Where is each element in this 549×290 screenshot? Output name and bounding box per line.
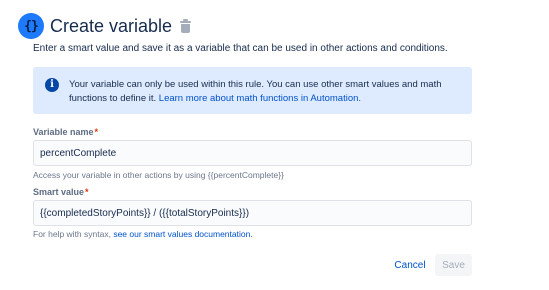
required-marker: *	[85, 187, 89, 197]
info-banner-text: Your variable can only be used within th…	[69, 79, 442, 104]
smart-values-docs-link[interactable]: see our smart values documentation.	[113, 229, 252, 239]
dialog-title: Create variable	[50, 16, 173, 36]
smart-value-input[interactable]	[33, 200, 472, 226]
math-functions-link[interactable]: Learn more about math functions in Autom…	[159, 93, 361, 104]
dialog-description: Enter a smart value and save it as a var…	[33, 43, 448, 54]
info-icon: i	[45, 78, 59, 92]
variable-name-input[interactable]	[33, 140, 472, 166]
variable-icon: {}	[18, 13, 44, 39]
variable-name-label: Variable name*	[33, 127, 99, 137]
smart-value-label: Smart value*	[33, 187, 89, 197]
variable-name-help: Access your variable in other actions by…	[33, 170, 284, 180]
info-banner: i Your variable can only be used within …	[33, 67, 472, 114]
cancel-button[interactable]: Cancel	[389, 254, 431, 276]
smart-value-help: For help with syntax, see our smart valu…	[33, 229, 253, 239]
dialog-header: {} Create variable	[18, 12, 192, 40]
required-marker: *	[94, 127, 99, 137]
trash-icon[interactable]	[180, 18, 192, 33]
save-button[interactable]: Save	[435, 254, 472, 276]
